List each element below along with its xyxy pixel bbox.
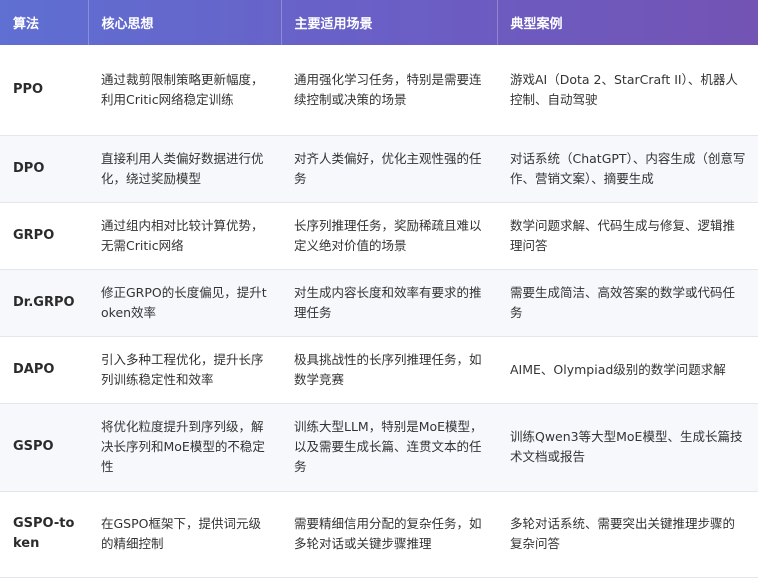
table-row: DAPO 引入多种工程优化，提升长序列训练稳定性和效率 极具挑战性的长序列推理任… — [0, 336, 758, 404]
idea-cell: 在GSPO框架下，提供词元级的精细控制 — [88, 491, 281, 578]
scene-cell: 长序列推理任务，奖励稀疏且难以定义绝对价值的场景 — [281, 202, 497, 270]
scene-cell: 极具挑战性的长序列推理任务，如数学竞赛 — [281, 336, 497, 404]
table-row: Dr.GRPO 修正GRPO的长度偏见，提升token效率 对生成内容长度和效率… — [0, 269, 758, 337]
idea-cell: 将优化粒度提升到序列级，解决长序列和MoE模型的不稳定性 — [88, 403, 281, 492]
scene-cell: 对生成内容长度和效率有要求的推理任务 — [281, 269, 497, 337]
scene-cell: 对齐人类偏好，优化主观性强的任务 — [281, 135, 497, 203]
idea-cell: 通过裁剪限制策略更新幅度，利用Critic网络稳定训练 — [88, 45, 281, 136]
algo-cell: Dr.GRPO — [0, 269, 88, 337]
idea-cell: 修正GRPO的长度偏见，提升token效率 — [88, 269, 281, 337]
case-cell: AIME、Olympiad级别的数学问题求解 — [497, 336, 758, 404]
idea-cell: 通过组内相对比较计算优势，无需Critic网络 — [88, 202, 281, 270]
algo-cell: GSPO-token — [0, 491, 88, 578]
header-scenario: 主要适用场景 — [281, 0, 498, 45]
algorithm-comparison-table: 算法 核心思想 主要适用场景 典型案例 PPO 通过裁剪限制策略更新幅度，利用C… — [0, 0, 758, 578]
table-row: PPO 通过裁剪限制策略更新幅度，利用Critic网络稳定训练 通用强化学习任务… — [0, 45, 758, 136]
header-core-idea: 核心思想 — [88, 0, 282, 45]
algo-cell: GSPO — [0, 403, 88, 492]
case-cell: 游戏AI（Dota 2、StarCraft II）、机器人控制、自动驾驶 — [497, 45, 758, 136]
case-cell: 训练Qwen3等大型MoE模型、生成长篇技术文档或报告 — [497, 403, 758, 492]
case-cell: 对话系统（ChatGPT）、内容生成（创意写作、营销文案）、摘要生成 — [497, 135, 758, 203]
table-row: DPO 直接利用人类偏好数据进行优化，绕过奖励模型 对齐人类偏好，优化主观性强的… — [0, 135, 758, 203]
header-algorithm: 算法 — [0, 0, 89, 45]
algo-cell: DAPO — [0, 336, 88, 404]
scene-cell: 训练大型LLM，特别是MoE模型，以及需要生成长篇、连贯文本的任务 — [281, 403, 497, 492]
header-row: 算法 核心思想 主要适用场景 典型案例 — [0, 0, 758, 45]
idea-cell: 直接利用人类偏好数据进行优化，绕过奖励模型 — [88, 135, 281, 203]
algo-cell: PPO — [0, 45, 88, 136]
table-row: GRPO 通过组内相对比较计算优势，无需Critic网络 长序列推理任务，奖励稀… — [0, 202, 758, 270]
table-row: GSPO-token 在GSPO框架下，提供词元级的精细控制 需要精细信用分配的… — [0, 491, 758, 578]
header-example: 典型案例 — [510, 17, 563, 32]
table-row: GSPO 将优化粒度提升到序列级，解决长序列和MoE模型的不稳定性 训练大型LL… — [0, 403, 758, 492]
table-body: PPO 通过裁剪限制策略更新幅度，利用Critic网络稳定训练 通用强化学习任务… — [0, 45, 758, 578]
case-cell: 数学问题求解、代码生成与修复、逻辑推理问答 — [497, 202, 758, 270]
scene-cell: 通用强化学习任务，特别是需要连续控制或决策的场景 — [281, 45, 497, 136]
case-cell: 多轮对话系统、需要突出关键推理步骤的复杂问答 — [497, 491, 758, 578]
algo-cell: GRPO — [0, 202, 88, 270]
scene-cell: 需要精细信用分配的复杂任务，如多轮对话或关键步骤推理 — [281, 491, 497, 578]
table-header: 算法 核心思想 主要适用场景 典型案例 — [0, 0, 758, 45]
case-cell: 需要生成简洁、高效答案的数学或代码任务 — [497, 269, 758, 337]
algo-cell: DPO — [0, 135, 88, 203]
idea-cell: 引入多种工程优化，提升长序列训练稳定性和效率 — [88, 336, 281, 404]
